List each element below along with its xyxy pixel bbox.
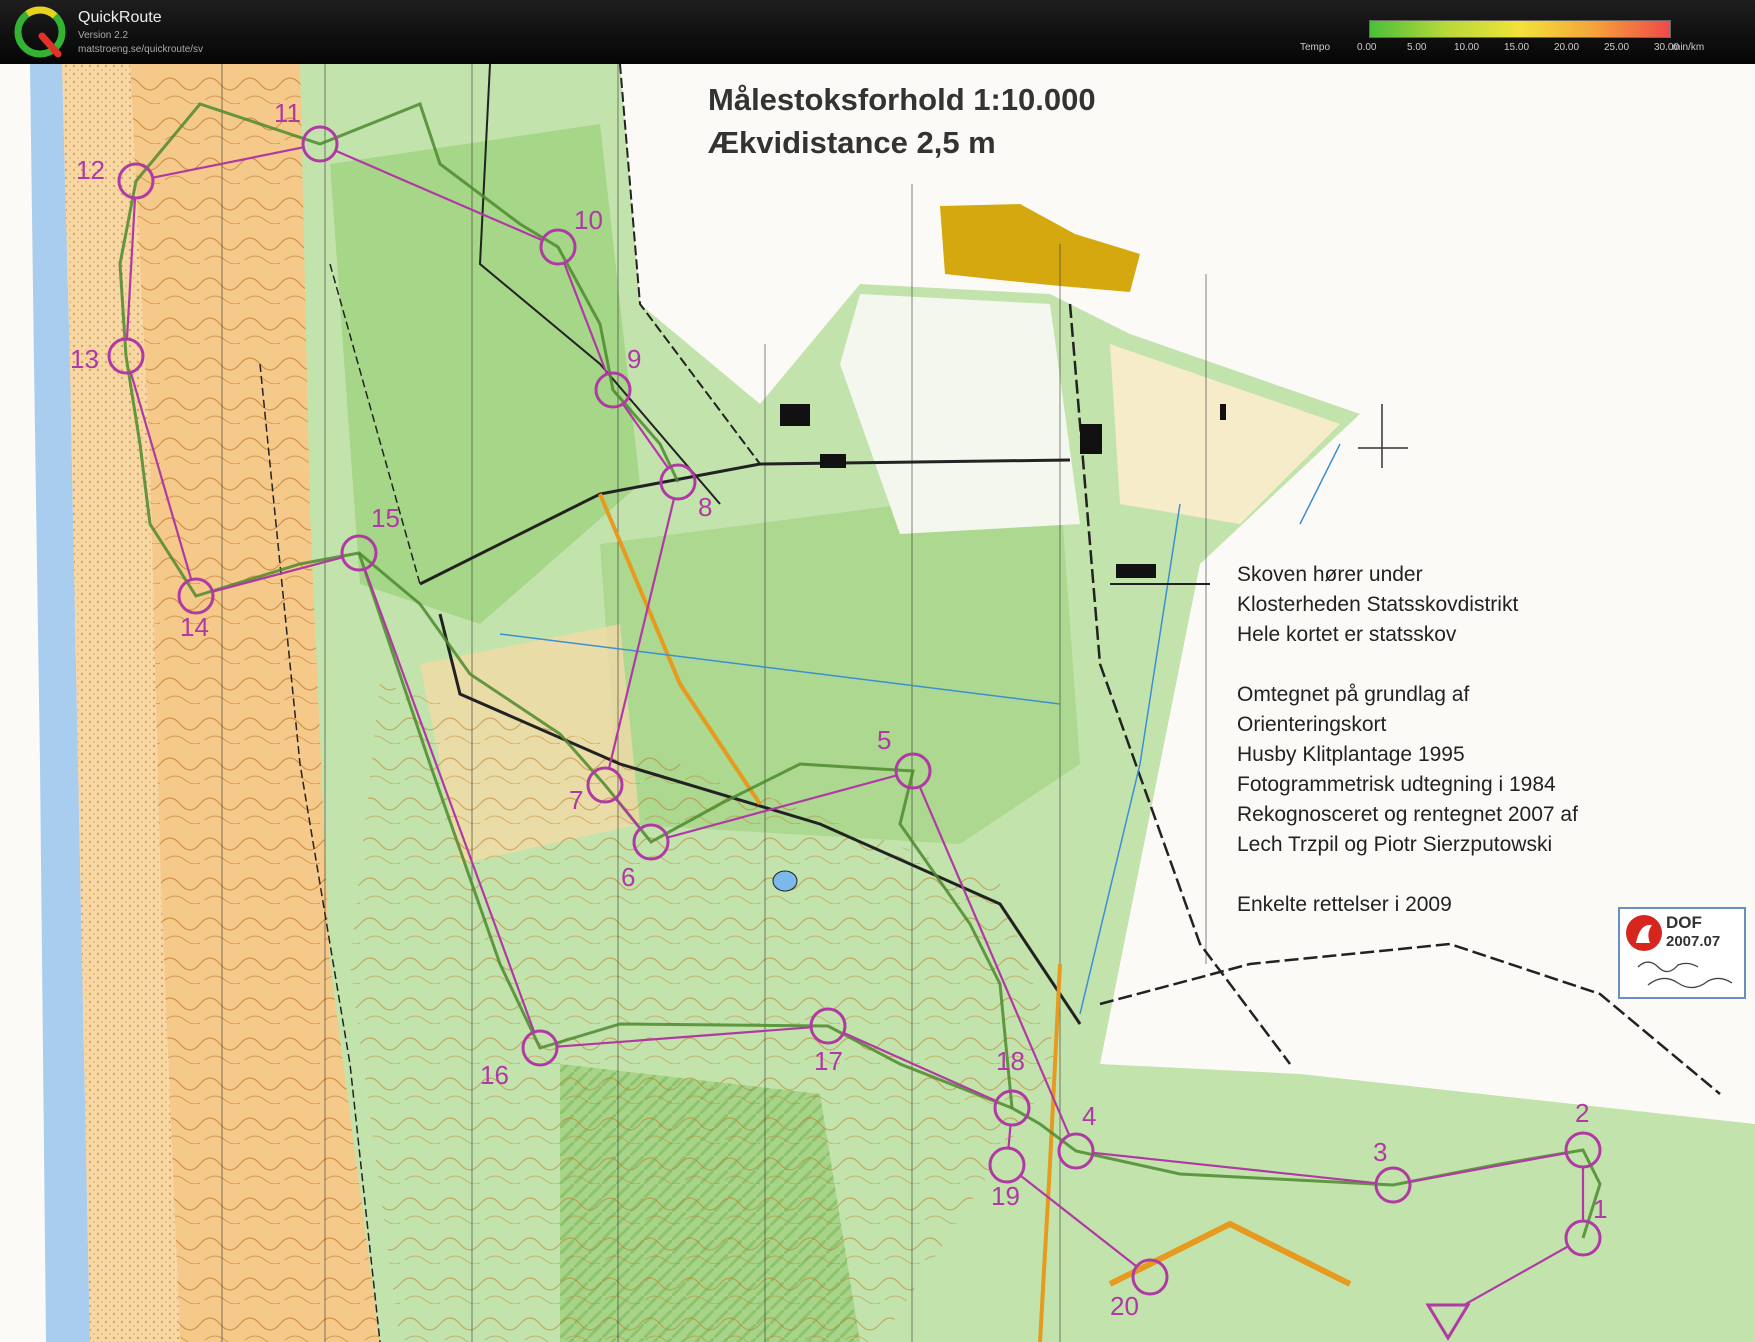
tempo-tick: 20.00 bbox=[1554, 42, 1580, 53]
info-line: Husby Klitplantage 1995 bbox=[1237, 743, 1465, 766]
control-number: 4 bbox=[1082, 1101, 1097, 1131]
control-number: 19 bbox=[991, 1181, 1020, 1211]
tempo-tick: 10.00 bbox=[1454, 42, 1480, 53]
control-number: 12 bbox=[76, 155, 105, 185]
control-number: 20 bbox=[1110, 1291, 1139, 1321]
info-line: Rekognosceret og rentegnet 2007 af bbox=[1237, 803, 1578, 826]
map-scale-text: Målestoksforhold 1:10.000 bbox=[708, 82, 1096, 117]
info-line bbox=[1237, 860, 1578, 890]
info-line: Lech Trzpil og Piotr Sierzputowski bbox=[1237, 833, 1553, 856]
app-header: QuickRoute Version 2.2 matstroeng.se/qui… bbox=[0, 0, 1755, 64]
info-line: Skoven hører under bbox=[1237, 563, 1423, 586]
tempo-tick: 0.00 bbox=[1357, 42, 1377, 53]
tempo-legend: Tempo 0.00 5.00 10.00 15.00 20.00 25.00 … bbox=[1300, 18, 1740, 58]
quickroute-logo-icon bbox=[14, 6, 66, 58]
app-version: Version 2.2 bbox=[78, 30, 129, 41]
info-line: Enkelte rettelser i 2009 bbox=[1237, 893, 1452, 916]
control-number: 8 bbox=[698, 492, 713, 522]
tempo-label: Tempo bbox=[1300, 42, 1331, 53]
signature-icon bbox=[1637, 961, 1733, 989]
control-number: 9 bbox=[627, 344, 642, 374]
info-line: Orienteringskort bbox=[1237, 713, 1387, 736]
dof-title: DOF bbox=[1666, 913, 1702, 932]
small-lake bbox=[772, 870, 798, 892]
control-number: 18 bbox=[996, 1046, 1025, 1076]
app-url: matstroeng.se/quickroute/sv bbox=[78, 44, 204, 55]
info-line: Fotogrammetrisk udtegning i 1984 bbox=[1237, 773, 1556, 796]
control-number: 10 bbox=[574, 205, 603, 235]
control-number: 2 bbox=[1575, 1098, 1590, 1128]
control-number: 16 bbox=[480, 1060, 509, 1090]
tempo-unit: min/km bbox=[1672, 42, 1705, 53]
dof-logo-icon bbox=[1626, 915, 1662, 951]
map-info-block: Skoven hører under Klosterheden Statssko… bbox=[1237, 560, 1578, 920]
map-equidistance-text: Ækvidistance 2,5 m bbox=[708, 125, 996, 160]
control-number: 7 bbox=[569, 785, 584, 815]
tempo-tick: 25.00 bbox=[1604, 42, 1630, 53]
tempo-color-bar bbox=[1369, 20, 1671, 38]
dof-approval-badge: DOF 2007.07 bbox=[1618, 907, 1746, 999]
tempo-tick: 5.00 bbox=[1407, 42, 1427, 53]
control-number: 5 bbox=[877, 725, 892, 755]
tempo-tick: 15.00 bbox=[1504, 42, 1530, 53]
control-number: 6 bbox=[621, 862, 636, 892]
control-number: 11 bbox=[274, 98, 301, 128]
control-number: 3 bbox=[1373, 1137, 1388, 1167]
control-number: 15 bbox=[371, 503, 400, 533]
control-number: 13 bbox=[70, 344, 99, 374]
info-line: Klosterheden Statsskovdistrikt bbox=[1237, 593, 1519, 616]
info-line bbox=[1237, 650, 1578, 680]
app-name: QuickRoute bbox=[78, 9, 162, 26]
control-number: 17 bbox=[814, 1046, 843, 1076]
orienteering-map[interactable]: 1 2 3 4 5 6 7 8 9 10 11 12 13 14 15 16 17 18 19 20 Målestok… bbox=[0, 64, 1755, 1342]
info-line: Omtegnet på grundlag af bbox=[1237, 683, 1470, 706]
info-line: Hele kortet er statsskov bbox=[1237, 623, 1457, 646]
control-number: 1 bbox=[1593, 1194, 1608, 1224]
dof-number: 2007.07 bbox=[1666, 933, 1721, 950]
control-number: 14 bbox=[180, 612, 209, 642]
